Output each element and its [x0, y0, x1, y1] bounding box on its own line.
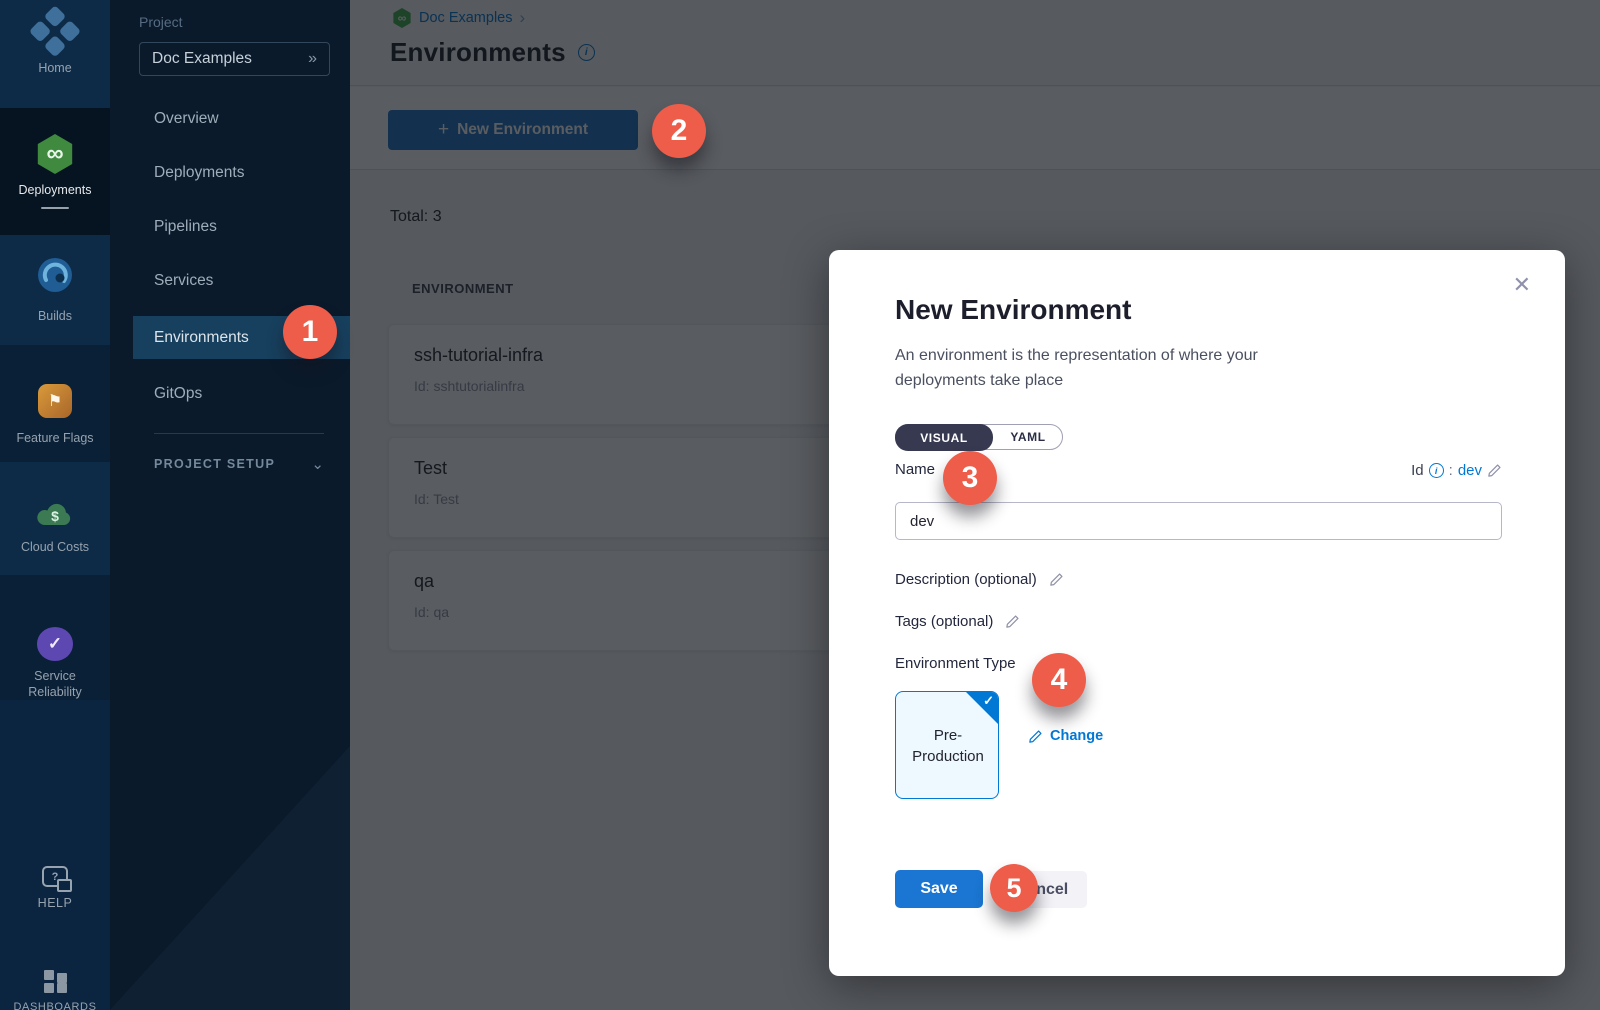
save-button[interactable]: Save	[895, 870, 983, 908]
help-label: HELP	[38, 896, 73, 910]
nav-module-service-reliability[interactable]: ✓ Service Reliability	[0, 575, 110, 700]
module-label: Cloud Costs	[21, 539, 89, 555]
change-type-link[interactable]: Change	[1028, 728, 1103, 744]
annotation-badge-3: 3	[943, 451, 997, 505]
id-row: Id i : dev	[1411, 462, 1502, 479]
edit-tags-icon[interactable]	[1005, 614, 1020, 629]
active-module-underline	[41, 207, 69, 209]
id-info-icon[interactable]: i	[1429, 463, 1444, 478]
tags-label: Tags (optional)	[895, 613, 993, 630]
nav-module-cloud-costs[interactable]: $ Cloud Costs	[0, 462, 110, 575]
svg-text:$: $	[51, 508, 59, 524]
close-icon[interactable]: ✕	[1513, 274, 1531, 296]
dashboards-label: DASHBOARDS	[13, 1001, 96, 1010]
nav-module-home[interactable]: Home	[0, 0, 110, 108]
edit-pencil-icon	[1028, 729, 1043, 744]
service-reliability-icon: ✓	[37, 627, 73, 661]
deployments-icon: ∞	[35, 134, 75, 174]
tab-visual[interactable]: VISUAL	[895, 424, 993, 451]
sidebar-item-services[interactable]: Services	[110, 259, 350, 302]
nav-help[interactable]: ? HELP	[0, 866, 110, 910]
help-chat-icon: ?	[42, 866, 68, 887]
nav-module-builds[interactable]: Builds	[0, 235, 110, 345]
project-name: Doc Examples	[152, 50, 252, 68]
dashboards-grid-icon	[44, 970, 67, 993]
project-section-label: Project	[139, 14, 183, 30]
feature-flags-icon: ⚑	[38, 384, 72, 418]
edit-id-icon[interactable]	[1487, 463, 1502, 478]
edit-description-icon[interactable]	[1049, 572, 1064, 587]
id-value: dev	[1458, 462, 1482, 479]
module-label: Service Reliability	[13, 668, 97, 700]
builds-icon	[37, 257, 73, 293]
nav-divider	[154, 433, 324, 434]
cloud-costs-icon: $	[35, 499, 75, 529]
module-label: Deployments	[19, 182, 92, 198]
nav-module-feature-flags[interactable]: ⚑ Feature Flags	[0, 345, 110, 462]
new-environment-modal: ✕ New Environment An environment is the …	[829, 250, 1565, 976]
app-screen: ∞ Doc Examples › Environments i + New En…	[0, 0, 1600, 1010]
description-label: Description (optional)	[895, 571, 1037, 588]
sidebar-item-gitops[interactable]: GitOps	[110, 372, 350, 415]
project-setup-label: PROJECT SETUP	[154, 457, 275, 471]
sidebar-item-deployments[interactable]: Deployments	[110, 151, 350, 194]
project-setup-toggle[interactable]: PROJECT SETUP ⌄	[154, 455, 324, 473]
id-separator: :	[1449, 462, 1453, 479]
environment-type-card-pre-production[interactable]: ✓ Pre-Production	[895, 691, 999, 799]
change-label: Change	[1050, 728, 1103, 744]
check-icon: ✓	[983, 693, 994, 709]
nav-dashboards[interactable]: DASHBOARDS	[0, 970, 110, 1010]
tab-yaml[interactable]: YAML	[993, 425, 1063, 449]
nav-module-deployments[interactable]: ∞ Deployments	[0, 108, 110, 235]
name-label: Name	[895, 461, 935, 478]
description-row: Description (optional)	[895, 571, 1064, 588]
view-mode-toggle: VISUAL YAML	[895, 424, 1063, 450]
chevron-down-icon: ⌄	[311, 455, 324, 473]
module-rail: Home ∞ Deployments Builds ⚑ Feature Flag…	[0, 0, 110, 1010]
module-label: Feature Flags	[16, 430, 93, 446]
annotation-badge-5: 5	[990, 864, 1038, 912]
annotation-badge-2: 2	[652, 104, 706, 158]
environment-type-row: Environment Type	[895, 655, 1016, 672]
annotation-badge-1: 1	[283, 305, 337, 359]
environment-type-label: Environment Type	[895, 655, 1016, 672]
sidebar-item-pipelines[interactable]: Pipelines	[110, 205, 350, 248]
double-chevron-icon: »	[308, 50, 317, 68]
module-label: Builds	[38, 308, 72, 324]
modal-title: New Environment	[895, 294, 1131, 326]
module-label: Home	[38, 60, 71, 76]
environment-type-value: Pre-Production	[907, 725, 989, 767]
project-selector[interactable]: Doc Examples »	[139, 42, 330, 76]
tags-row: Tags (optional)	[895, 613, 1020, 630]
sidebar-item-overview[interactable]: Overview	[110, 97, 350, 140]
project-nav-panel: Project Doc Examples » Overview Deployme…	[110, 0, 350, 1010]
annotation-badge-4: 4	[1032, 653, 1086, 707]
modal-subtitle: An environment is the representation of …	[895, 343, 1325, 393]
id-label: Id	[1411, 462, 1424, 479]
name-input[interactable]	[895, 502, 1502, 540]
rail-bottom-section	[0, 700, 110, 1010]
home-icon	[28, 5, 82, 59]
